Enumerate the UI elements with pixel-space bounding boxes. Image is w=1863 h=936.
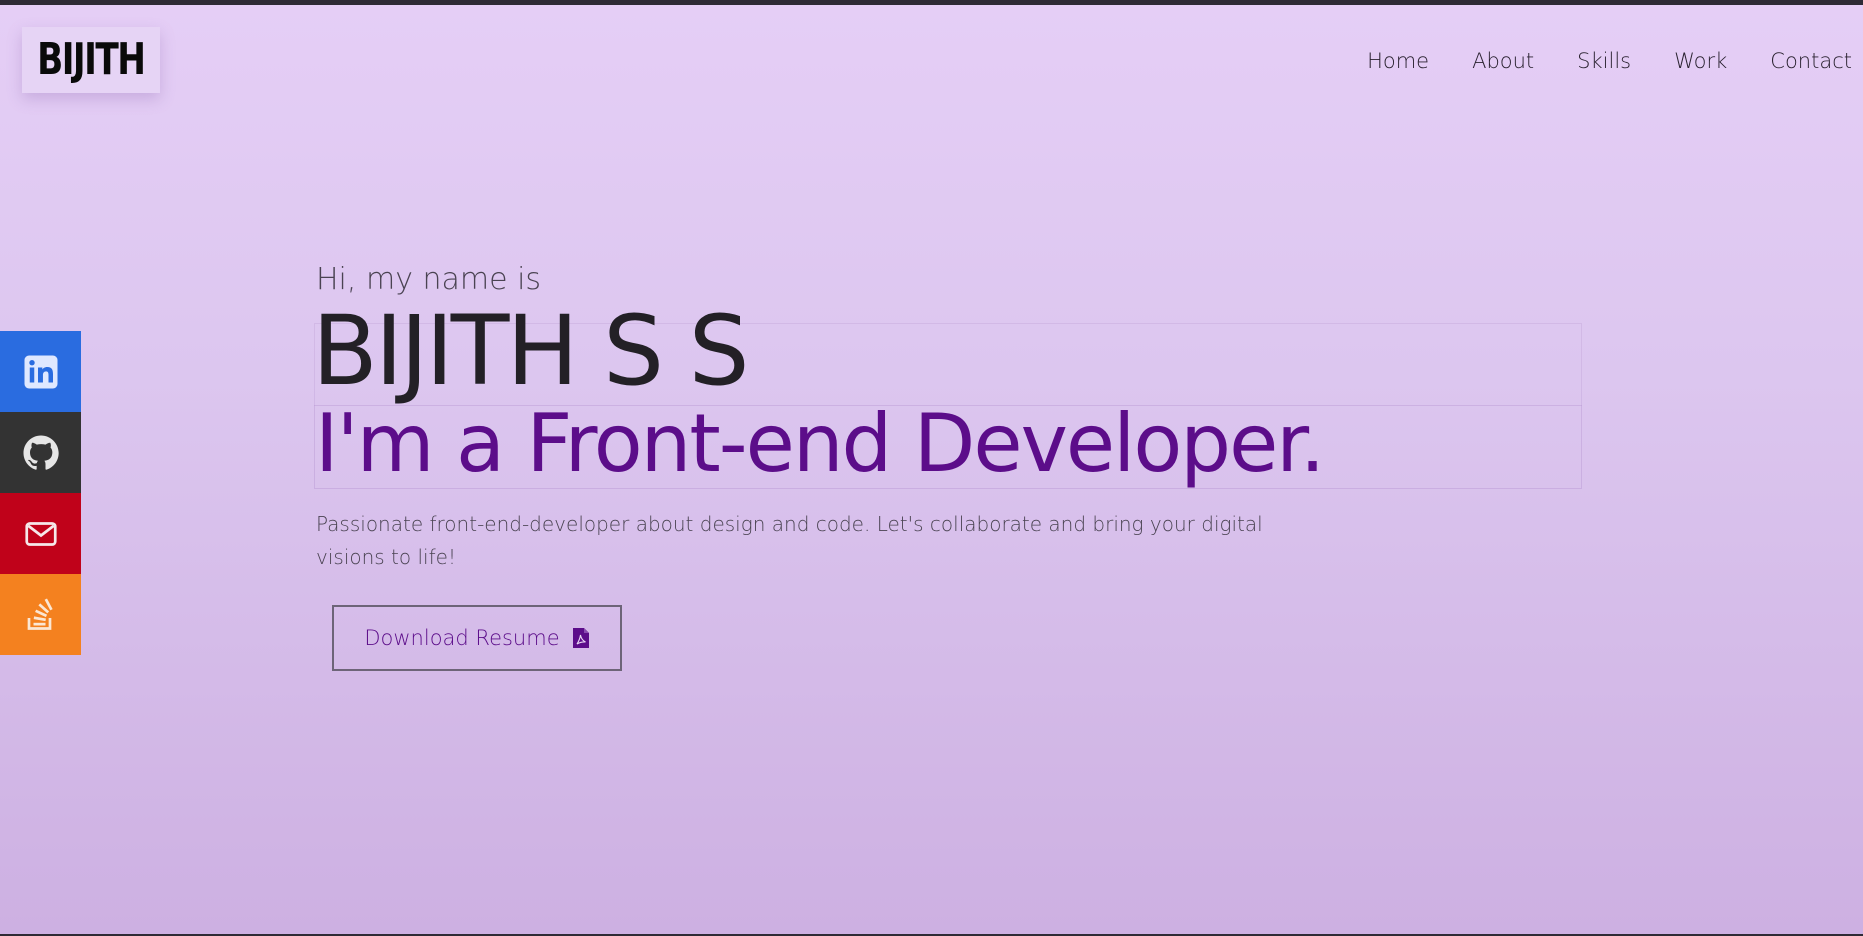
- hero-name: BIJITH S S: [312, 295, 750, 407]
- mail-icon: [24, 521, 57, 546]
- nav-contact[interactable]: Contact: [1770, 49, 1852, 73]
- hero-description: Passionate front-end-developer about des…: [316, 512, 1263, 569]
- email-link[interactable]: [0, 493, 81, 574]
- github-icon: [23, 435, 59, 470]
- site-logo[interactable]: BIJITH: [22, 27, 160, 93]
- nav-about[interactable]: About: [1472, 49, 1534, 73]
- nav-home[interactable]: Home: [1367, 49, 1429, 73]
- social-sidebar: [0, 331, 81, 655]
- download-resume-label: Download Resume: [364, 626, 560, 650]
- logo-text: BIJITH: [37, 34, 146, 85]
- github-link[interactable]: [0, 412, 81, 493]
- nav-work[interactable]: Work: [1674, 49, 1727, 73]
- nav-skills[interactable]: Skills: [1577, 49, 1631, 73]
- main-nav: Home About Skills Work Contact: [1367, 49, 1852, 73]
- hero-greeting: Hi, my name is: [316, 262, 542, 297]
- hero-role: I'm a Front-end Developer.: [315, 397, 1325, 490]
- stackoverflow-icon: [27, 597, 53, 630]
- page: BIJITH Home About Skills Work Contact Hi…: [0, 5, 1863, 934]
- stackoverflow-link[interactable]: [0, 574, 81, 655]
- download-resume-button[interactable]: Download Resume: [332, 605, 622, 671]
- linkedin-link[interactable]: [0, 331, 81, 412]
- linkedin-icon: [24, 355, 57, 388]
- role-container: I'm a Front-end Developer.: [314, 400, 1582, 489]
- pdf-file-icon: [572, 628, 589, 648]
